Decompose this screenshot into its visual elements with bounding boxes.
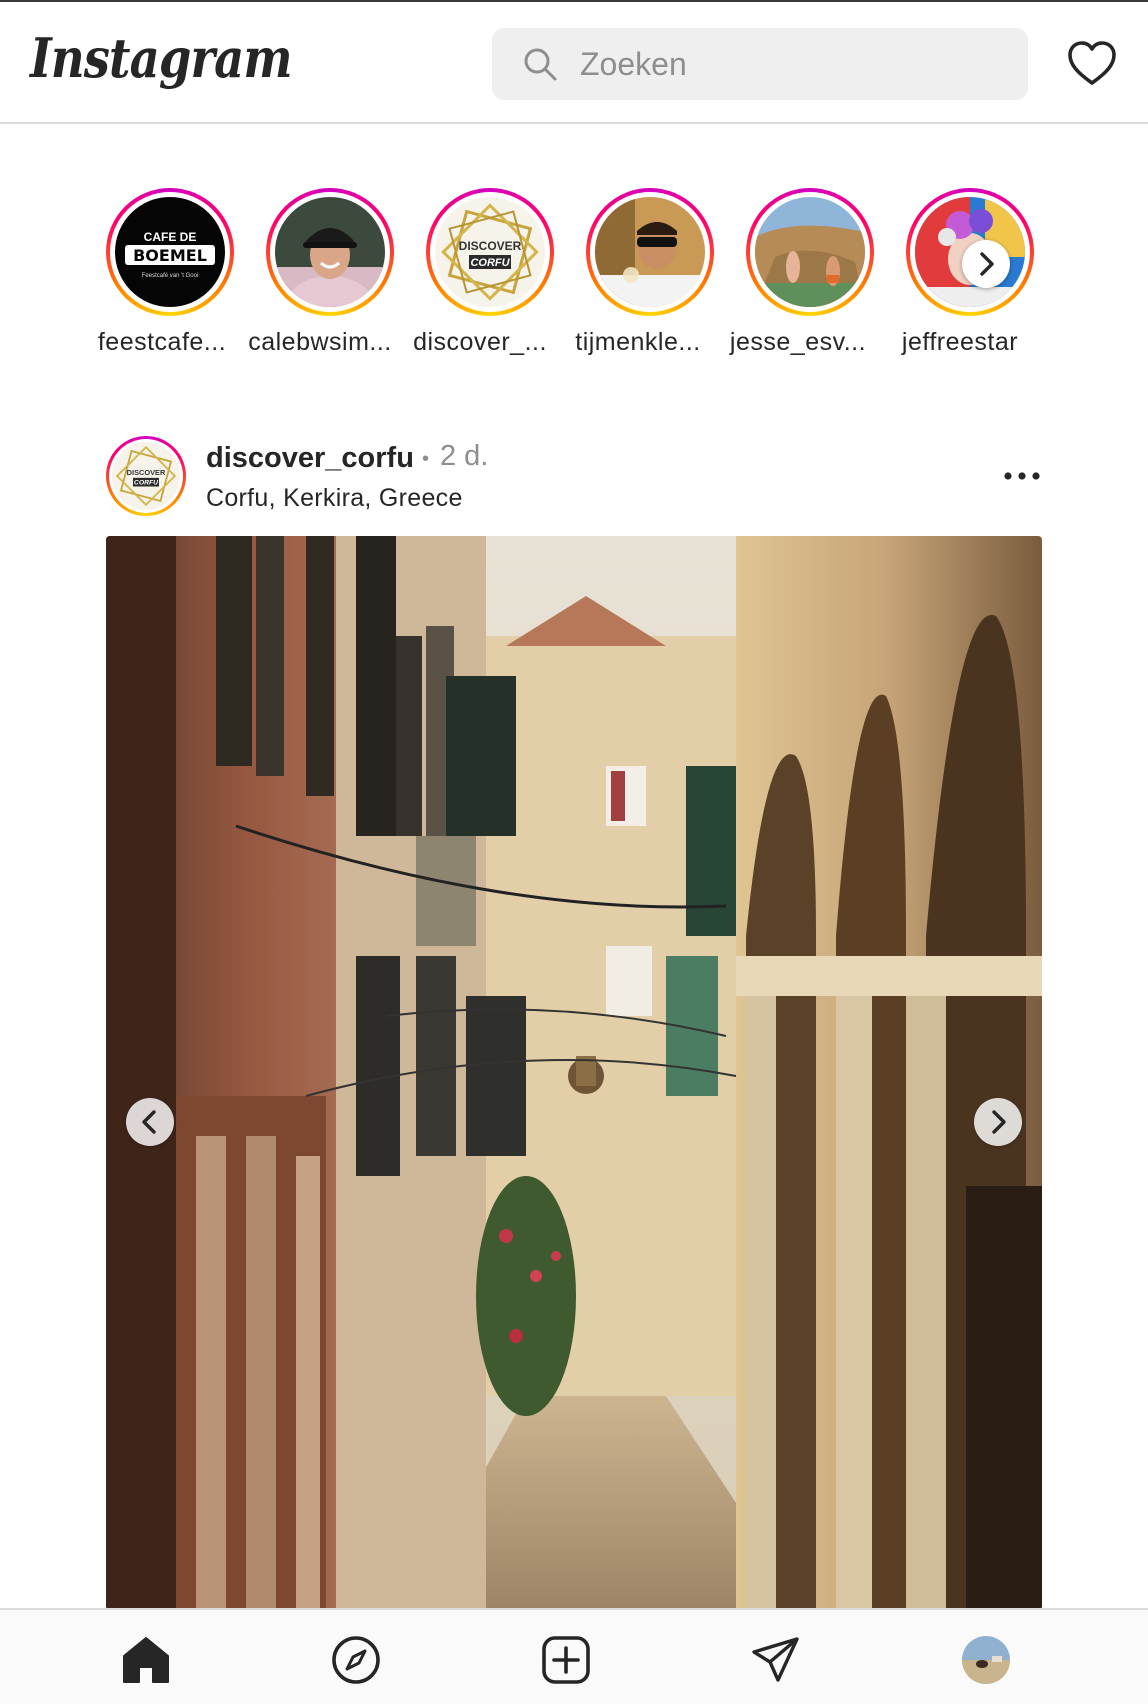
profile-avatar[interactable] [962, 1636, 1010, 1684]
story-item[interactable]: jesse_esv... [720, 186, 880, 366]
home-icon[interactable] [120, 1634, 172, 1686]
search-icon [524, 48, 557, 81]
svg-text:CORFU: CORFU [134, 480, 159, 487]
post-header: DISCOVER CORFU discover_corfu • 2 d. Cor… [104, 434, 1044, 518]
story-item[interactable]: DISCOVER CORFU discover_... [400, 186, 560, 366]
story-item[interactable]: CAFE DE BOEMEL Feestcafé van 't Gooi fee… [80, 186, 240, 366]
story-ring: CAFE DE BOEMEL Feestcafé van 't Gooi [106, 188, 234, 316]
story-avatar: CAFE DE BOEMEL Feestcafé van 't Gooi [115, 197, 225, 307]
post-separator: • [422, 448, 430, 470]
bottom-navigation-bar [0, 1608, 1148, 1704]
post-username[interactable]: discover_corfu [206, 442, 414, 475]
svg-text:CORFU: CORFU [470, 257, 510, 269]
svg-text:BOEMEL: BOEMEL [133, 246, 207, 265]
story-username: calebwsim... [248, 328, 392, 356]
story-ring [746, 188, 874, 316]
story-avatar [275, 197, 385, 307]
story-ring [266, 188, 394, 316]
story-ring: DISCOVER CORFU [426, 188, 554, 316]
story-avatar [595, 197, 705, 307]
story-username: feestcafe... [97, 328, 227, 356]
story-username: tijmenkle... [575, 328, 701, 356]
instagram-logo[interactable]: Instagram [30, 26, 292, 90]
new-post-icon[interactable] [540, 1634, 592, 1686]
more-options-icon[interactable] [1000, 462, 1044, 490]
heart-icon[interactable] [1066, 38, 1118, 90]
story-username: discover_... [413, 328, 547, 356]
story-item[interactable]: tijmenkle... [560, 186, 720, 366]
svg-text:DISCOVER: DISCOVER [127, 468, 166, 477]
story-item[interactable]: jeffreestar [880, 186, 1040, 366]
svg-text:CAFE DE: CAFE DE [144, 230, 197, 244]
post-location[interactable]: Corfu, Kerkira, Greece [206, 484, 463, 513]
svg-text:Feestcafé van 't Gooi: Feestcafé van 't Gooi [142, 273, 199, 279]
story-ring [586, 188, 714, 316]
top-navigation-bar: Instagram [0, 0, 1148, 124]
search-input[interactable] [580, 40, 1000, 88]
post-photo[interactable] [106, 536, 1042, 1610]
story-avatar: DISCOVER CORFU [435, 197, 545, 307]
stories-next-button[interactable] [962, 240, 1010, 288]
story-item[interactable]: calebwsim... [240, 186, 400, 366]
post-timestamp[interactable]: 2 d. [440, 440, 488, 473]
story-avatar [755, 197, 865, 307]
compass-icon[interactable] [330, 1634, 382, 1686]
story-username: jeffreestar [901, 328, 1019, 356]
story-username: jesse_esv... [729, 328, 867, 356]
post-avatar[interactable]: DISCOVER CORFU [106, 436, 186, 516]
direct-message-icon[interactable] [750, 1634, 802, 1686]
svg-text:DISCOVER: DISCOVER [459, 239, 522, 253]
search-box[interactable] [492, 28, 1028, 100]
carousel-previous-button[interactable] [126, 1098, 174, 1146]
carousel-next-button[interactable] [974, 1098, 1022, 1146]
